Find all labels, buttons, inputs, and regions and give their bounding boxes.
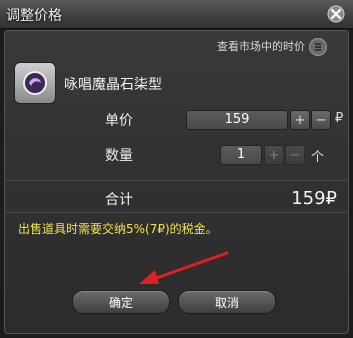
price-plus-button[interactable]: +: [290, 110, 310, 130]
item-name: 咏唱魔晶石柒型: [64, 77, 162, 93]
unit-price-input[interactable]: 159: [186, 110, 288, 130]
total-value: 159₽: [291, 188, 337, 209]
quantity-unit: 个: [311, 150, 325, 165]
divider: [6, 180, 347, 181]
market-price-link[interactable]: 查看市场中的时价: [217, 38, 305, 54]
quantity-minus-button[interactable]: −: [285, 145, 305, 165]
window-titlebar: 调整价格: [0, 0, 353, 29]
minus-icon: −: [289, 147, 301, 163]
plus-icon: +: [268, 147, 280, 163]
price-minus-button[interactable]: −: [311, 110, 331, 130]
close-button[interactable]: [325, 3, 347, 25]
plus-icon: +: [294, 112, 306, 128]
quantity-plus-button[interactable]: +: [264, 145, 284, 165]
arrow-annotation-icon: [139, 251, 229, 284]
price-unit: ₽: [335, 111, 344, 126]
quantity-input[interactable]: 1: [220, 145, 262, 165]
minus-icon: −: [315, 112, 327, 128]
materia-icon[interactable]: [14, 62, 56, 104]
divider: [6, 212, 347, 213]
confirm-button[interactable]: 确定: [72, 290, 170, 314]
window-title: 调整价格: [6, 8, 62, 24]
tax-notice: 出售道具时需要交纳5%(7₽)的税金。: [18, 222, 218, 236]
quantity-label: 数量: [105, 148, 133, 164]
total-label: 合计: [105, 192, 133, 208]
close-icon: [327, 5, 345, 23]
cancel-button[interactable]: 取消: [178, 290, 276, 314]
list-icon[interactable]: [309, 38, 327, 56]
unit-price-label: 单价: [105, 113, 133, 129]
